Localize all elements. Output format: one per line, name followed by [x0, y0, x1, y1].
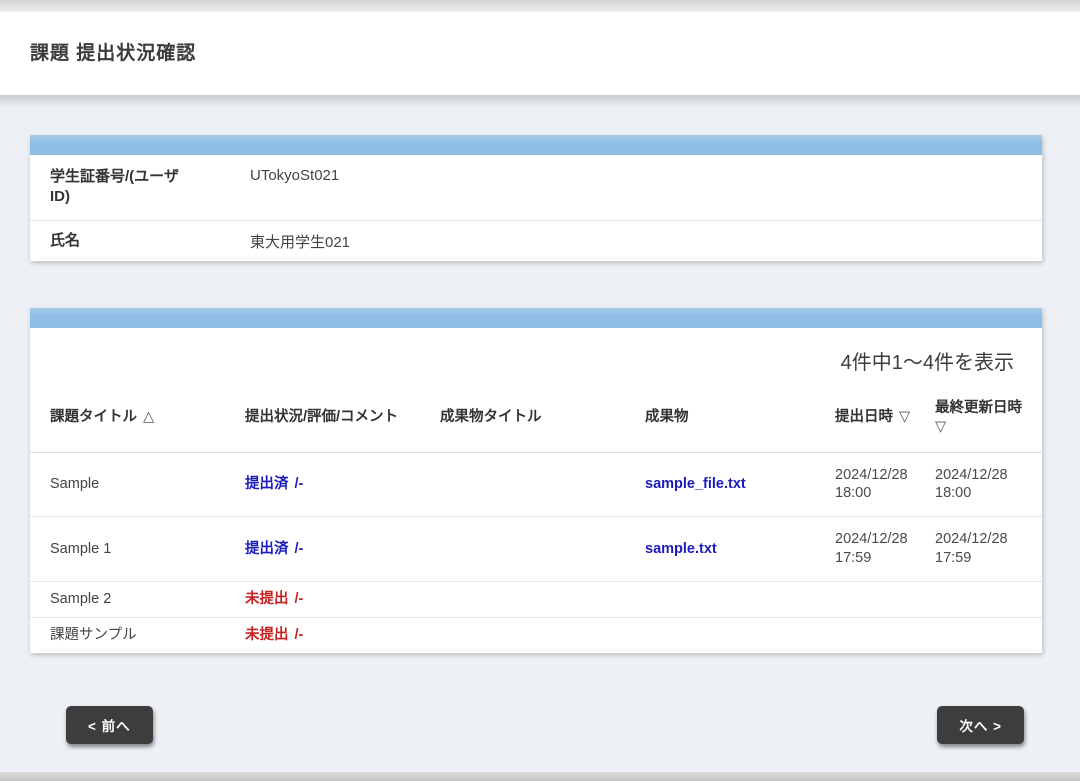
status-cell: 未提出/- [245, 582, 440, 618]
sort-asc-icon[interactable]: △ [143, 409, 154, 425]
page-header: 課題 提出状況確認 [0, 12, 1080, 95]
column-artifact-title: 成果物タイトル [440, 375, 645, 453]
artifact-cell: sample.txt [645, 517, 835, 582]
assignment-title: 課題サンプル [30, 617, 245, 652]
updated-date: 2024/12/28 [935, 530, 1034, 549]
column-status: 提出状況/評価/コメント [245, 375, 440, 453]
updated-at-cell: 2024/12/2818:00 [935, 452, 1042, 517]
column-assignment-title: 課題タイトル △ [30, 375, 245, 453]
column-submitted-at: 提出日時 ▽ [835, 375, 935, 453]
student-name-label: 氏名 [50, 221, 198, 260]
result-count: 4件中1〜4件を表示 [30, 328, 1042, 375]
column-artifact: 成果物 [645, 375, 835, 453]
assignment-title: Sample [30, 452, 245, 517]
submitted-at-cell [835, 582, 935, 618]
student-name-value: 東大用学生021 [250, 221, 1022, 261]
assignment-title: Sample 1 [30, 517, 245, 582]
artifact-cell [645, 617, 835, 652]
status-suffix: /- [295, 476, 304, 492]
status-link[interactable]: 提出済 /- [245, 476, 303, 492]
bottom-strip [0, 772, 1080, 781]
submitted-at-cell: 2024/12/2818:00 [835, 452, 935, 517]
status-text: 未提出/- [245, 627, 303, 643]
column-label: 成果物タイトル [440, 409, 542, 425]
page-title: 課題 提出状況確認 [30, 38, 1050, 65]
status-link[interactable]: 提出済 /- [245, 541, 303, 557]
artifact-title-cell [440, 617, 645, 652]
updated-date: 2024/12/28 [935, 466, 1034, 485]
column-label: 成果物 [645, 409, 689, 425]
table-row: Sample 2 未提出/- [30, 582, 1042, 618]
top-strip [0, 0, 1080, 12]
artifact-cell [645, 582, 835, 618]
artifact-title-cell [440, 452, 645, 517]
submitted-date: 2024/12/28 [835, 466, 927, 485]
updated-at-cell [935, 617, 1042, 652]
submissions-card: 4件中1〜4件を表示 課題タイトル △ 提出状況/評価/コメント 成果物タイトル … [30, 308, 1042, 653]
assignment-title: Sample 2 [30, 582, 245, 618]
status-cell: 提出済 /- [245, 517, 440, 582]
page: 課題 提出状況確認 学生証番号/(ユーザID) UTokyoSt021 氏名 東… [0, 0, 1080, 781]
artifact-title-cell [440, 517, 645, 582]
status-text: 提出済 [245, 476, 289, 492]
column-label: 課題タイトル [50, 409, 137, 425]
column-last-updated: 最終更新日時 ▽ [935, 375, 1042, 453]
updated-at-cell: 2024/12/2817:59 [935, 517, 1042, 582]
status-text: 未提出/- [245, 591, 303, 607]
submitted-at-cell: 2024/12/2817:59 [835, 517, 935, 582]
table-row: Sample 1 提出済/- sample.txt 2024/12/2817:5… [30, 517, 1042, 582]
student-id-row: 学生証番号/(ユーザID) UTokyoSt021 [30, 155, 1042, 221]
submitted-time: 17:59 [835, 549, 927, 568]
updated-time: 18:00 [935, 484, 1034, 503]
student-name-row: 氏名 東大用学生021 [30, 221, 1042, 261]
pagination: < 前へ 次へ > [66, 706, 1024, 744]
student-info-card: 学生証番号/(ユーザID) UTokyoSt021 氏名 東大用学生021 [30, 135, 1042, 261]
table-header-row: 課題タイトル △ 提出状況/評価/コメント 成果物タイトル 成果物 提出日時 ▽ [30, 375, 1042, 453]
column-label: 提出状況/評価/コメント [245, 409, 398, 425]
artifact-title-cell [440, 582, 645, 618]
submissions-table: 課題タイトル △ 提出状況/評価/コメント 成果物タイトル 成果物 提出日時 ▽ [30, 375, 1042, 653]
status-suffix: /- [295, 541, 304, 557]
artifact-cell: sample_file.txt [645, 452, 835, 517]
student-id-label: 学生証番号/(ユーザID) [50, 155, 198, 220]
artifact-link[interactable]: sample_file.txt [645, 476, 746, 492]
status-cell: 未提出/- [245, 617, 440, 652]
updated-time: 17:59 [935, 549, 1034, 568]
sort-desc-icon[interactable]: ▽ [899, 409, 910, 425]
card-accent-bar [30, 308, 1042, 328]
status-cell: 提出済 /- [245, 452, 440, 517]
sort-desc-icon[interactable]: ▽ [935, 418, 1034, 438]
column-label: 最終更新日時 [935, 400, 1022, 416]
submitted-at-cell [835, 617, 935, 652]
table-row: Sample 提出済/- sample_file.txt 2024/12/281… [30, 452, 1042, 517]
updated-at-cell [935, 582, 1042, 618]
next-page-button[interactable]: 次へ > [937, 706, 1024, 744]
artifact-link[interactable]: sample.txt [645, 541, 717, 557]
column-label: 提出日時 [835, 409, 893, 425]
student-id-value: UTokyoSt021 [250, 155, 1022, 196]
card-accent-bar [30, 135, 1042, 155]
submitted-time: 18:00 [835, 484, 927, 503]
submitted-date: 2024/12/28 [835, 530, 927, 549]
prev-page-button[interactable]: < 前へ [66, 706, 153, 744]
header-shadow [0, 95, 1080, 107]
status-text: 提出済 [245, 541, 289, 557]
table-row: 課題サンプル 未提出/- [30, 617, 1042, 652]
